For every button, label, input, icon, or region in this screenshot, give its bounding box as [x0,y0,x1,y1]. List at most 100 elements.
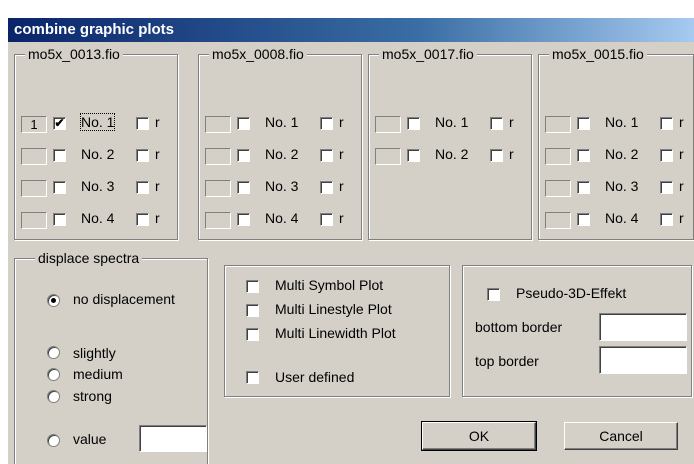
curve-select-checkbox[interactable] [237,117,250,130]
medium-label[interactable]: medium [73,366,123,382]
curve-number-field[interactable] [21,180,47,197]
reverse-label[interactable]: r [155,210,160,226]
curve-number-field[interactable] [545,212,571,229]
curve-select-checkbox[interactable] [237,149,250,162]
reverse-checkbox[interactable] [490,117,503,130]
reverse-label[interactable]: r [679,114,684,130]
medium-radio[interactable] [47,368,60,381]
curve-number-field[interactable] [21,148,47,165]
curve-select-checkbox[interactable] [53,213,66,226]
curve-select-checkbox[interactable] [577,117,590,130]
curve-label[interactable]: No. 2 [605,146,638,162]
curve-label[interactable]: No. 3 [265,178,298,194]
curve-label[interactable]: No. 4 [81,210,114,226]
no-displacement-label[interactable]: no displacement [73,291,175,307]
multi-linestyle-checkbox[interactable] [246,304,259,317]
reverse-checkbox[interactable] [320,213,333,226]
curve-number-field[interactable] [545,180,571,197]
reverse-checkbox[interactable] [660,181,673,194]
multi-symbol-label[interactable]: Multi Symbol Plot [275,277,383,293]
curve-label[interactable]: No. 3 [605,178,638,194]
reverse-checkbox[interactable] [660,117,673,130]
curve-number-field[interactable] [205,212,231,229]
value-radio[interactable] [47,434,60,447]
reverse-label[interactable]: r [155,114,160,130]
value-label[interactable]: value [73,431,106,447]
curve-number-field[interactable] [545,116,571,133]
slightly-label[interactable]: slightly [73,345,116,361]
curve-select-checkbox[interactable] [577,213,590,226]
reverse-label[interactable]: r [339,210,344,226]
curve-select-checkbox[interactable] [407,117,420,130]
multi-linestyle-label[interactable]: Multi Linestyle Plot [275,301,392,317]
multi-linewidth-checkbox[interactable] [246,328,259,341]
curve-label[interactable]: No. 2 [81,146,114,162]
file-group-1: mo5x_0013.fio 1 ✔ No. 1 r No. 2 r No. 3 r No. 4 r [14,46,178,240]
reverse-label[interactable]: r [679,178,684,194]
curve-number-field[interactable] [205,180,231,197]
reverse-label[interactable]: r [155,146,160,162]
curve-label[interactable]: No. 1 [435,114,468,130]
user-defined-label[interactable]: User defined [275,369,354,385]
reverse-label[interactable]: r [509,114,514,130]
pseudo3d-label[interactable]: Pseudo-3D-Effekt [516,285,626,301]
curve-number-field[interactable] [375,148,401,165]
no-displacement-radio[interactable] [47,294,60,307]
reverse-label[interactable]: r [339,146,344,162]
curve-select-checkbox[interactable] [53,181,66,194]
top-border-input[interactable] [599,346,687,374]
reverse-label[interactable]: r [679,146,684,162]
reverse-checkbox[interactable] [136,117,149,130]
reverse-label[interactable]: r [509,146,514,162]
file-group-title: mo5x_0008.fio [209,46,307,62]
cancel-button[interactable]: Cancel [564,422,678,450]
reverse-label[interactable]: r [155,178,160,194]
slightly-radio[interactable] [47,346,60,359]
reverse-checkbox[interactable] [660,149,673,162]
curve-label[interactable]: No. 3 [81,178,114,194]
check-mark-icon: ✔ [54,116,65,130]
curve-number-field[interactable] [205,148,231,165]
reverse-checkbox[interactable] [660,213,673,226]
curve-label[interactable]: No. 4 [265,210,298,226]
pseudo3d-checkbox[interactable] [487,288,500,301]
reverse-label[interactable]: r [339,178,344,194]
title-bar[interactable]: combine graphic plots [8,18,694,42]
curve-number-field[interactable] [21,212,47,229]
curve-label[interactable]: No. 1 [79,113,116,131]
reverse-checkbox[interactable] [136,181,149,194]
curve-select-checkbox[interactable] [577,181,590,194]
curve-label[interactable]: No. 2 [435,146,468,162]
multi-symbol-checkbox[interactable] [246,280,259,293]
user-defined-checkbox[interactable] [246,371,259,384]
reverse-label[interactable]: r [339,114,344,130]
reverse-checkbox[interactable] [136,149,149,162]
curve-select-checkbox[interactable] [577,149,590,162]
multi-linewidth-label[interactable]: Multi Linewidth Plot [275,325,396,341]
curve-label[interactable]: No. 4 [605,210,638,226]
strong-radio[interactable] [47,390,60,403]
reverse-checkbox[interactable] [320,181,333,194]
reverse-checkbox[interactable] [490,149,503,162]
curve-select-checkbox[interactable] [407,149,420,162]
curve-select-checkbox[interactable]: ✔ [53,117,66,130]
curve-number-field[interactable] [205,116,231,133]
curve-label[interactable]: No. 1 [605,114,638,130]
displace-spectra-legend: displace spectra [35,250,143,266]
reverse-checkbox[interactable] [136,213,149,226]
ok-button[interactable]: OK [421,421,537,451]
curve-label[interactable]: No. 2 [265,146,298,162]
curve-number-field[interactable]: 1 [21,116,47,133]
curve-select-checkbox[interactable] [237,213,250,226]
curve-select-checkbox[interactable] [53,149,66,162]
strong-label[interactable]: strong [73,388,112,404]
reverse-label[interactable]: r [679,210,684,226]
displacement-value-input[interactable] [139,425,207,452]
reverse-checkbox[interactable] [320,149,333,162]
curve-label[interactable]: No. 1 [265,114,298,130]
bottom-border-input[interactable] [599,313,687,341]
curve-number-field[interactable] [545,148,571,165]
curve-number-field[interactable] [375,116,401,133]
reverse-checkbox[interactable] [320,117,333,130]
curve-select-checkbox[interactable] [237,181,250,194]
